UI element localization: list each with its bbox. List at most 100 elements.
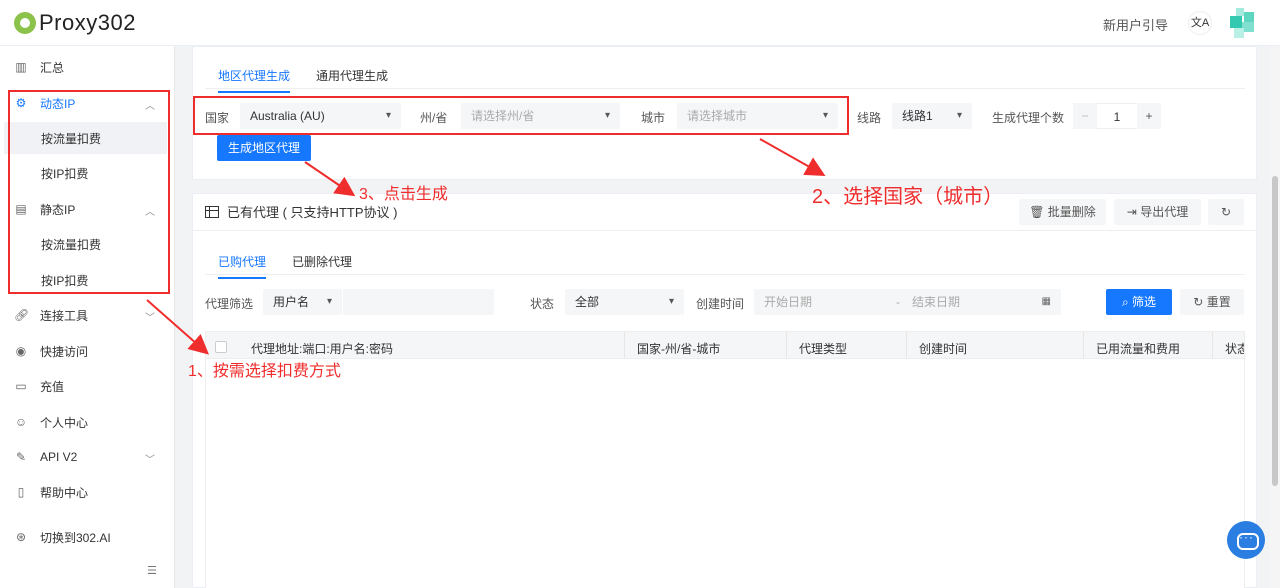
- column-divider: [1212, 332, 1213, 358]
- batch-delete-button[interactable]: 🗑︎ 批量删除: [1019, 199, 1106, 225]
- generator-tabs: 地区代理生成 通用代理生成: [218, 67, 414, 93]
- api-icon: ✎: [15, 450, 27, 464]
- tab-general-proxy[interactable]: 通用代理生成: [316, 67, 388, 93]
- count-input[interactable]: 1: [1097, 103, 1137, 129]
- annotation-step1: 1、按需选择扣费方式: [188, 363, 341, 380]
- sidebar-item-label: 充值: [40, 379, 65, 394]
- status-select[interactable]: 全部 ▾: [565, 289, 684, 315]
- column-header: 代理类型: [799, 342, 848, 356]
- sidebar-item-quick-access[interactable]: ◉ 快捷访问: [4, 335, 167, 367]
- column-divider: [906, 332, 907, 358]
- logo-icon: [14, 12, 36, 34]
- route-select[interactable]: 线路1 ▾: [892, 103, 972, 129]
- chrome-icon: ◉: [15, 344, 27, 358]
- chevron-down-icon: ▾: [326, 296, 332, 307]
- created-label: 创建时间: [696, 297, 745, 311]
- reset-button[interactable]: ↻ 重置: [1180, 289, 1244, 315]
- sidebar-item-profile[interactable]: ☺ 个人中心: [4, 406, 167, 438]
- chevron-down-icon: ﹀: [145, 313, 155, 324]
- top-header: Proxy302 新用户引导 文A: [0, 0, 1280, 46]
- sidebar-item-recharge[interactable]: ▭ 充值: [4, 370, 167, 402]
- status-value: 全部: [575, 295, 600, 309]
- column-divider: [624, 332, 625, 358]
- chevron-down-icon: ▾: [668, 296, 674, 307]
- column-divider: [786, 332, 787, 358]
- sidebar-item-help[interactable]: ▯ 帮助中心: [4, 476, 167, 508]
- column-header: 已用流量和费用: [1096, 342, 1181, 356]
- sidebar-item-api-v2[interactable]: ✎ API V2 ﹀: [4, 441, 167, 473]
- table-icon: [205, 205, 219, 218]
- proxy-list-tabs: 已购代理 已删除代理: [218, 253, 378, 279]
- filter-button-label: 筛选: [1132, 295, 1157, 309]
- column-header: 状态: [1225, 342, 1244, 356]
- table-body: [205, 359, 1245, 588]
- sidebar-item-label: API V2: [40, 450, 78, 464]
- logo[interactable]: Proxy302: [14, 10, 136, 36]
- collapse-sidebar-icon[interactable]: ☰: [147, 564, 163, 577]
- column-divider: [1083, 332, 1084, 358]
- sidebar-item-label: 帮助中心: [40, 485, 89, 500]
- start-date-placeholder: 开始日期: [764, 295, 813, 309]
- date-range-picker[interactable]: 开始日期 - 结束日期 ▦: [754, 289, 1061, 315]
- sidebar-item-label: 汇总: [40, 60, 65, 75]
- count-label: 生成代理个数: [992, 111, 1065, 125]
- annotation-box-country: [193, 96, 849, 135]
- sidebar-item-connect-tools[interactable]: 🔗︎ 连接工具 ﹀: [4, 299, 167, 331]
- sidebar-item-switch-302ai[interactable]: ⊛ 切换到302.AI: [4, 521, 167, 553]
- card-icon: ▭: [15, 379, 27, 393]
- annotation-step3: 3、点击生成: [359, 186, 448, 203]
- annotation-step2: 2、选择国家（城市）: [812, 186, 1004, 208]
- bar-chart-icon: ▥: [15, 60, 27, 74]
- sidebar-item-label: 个人中心: [40, 415, 89, 430]
- proxies-title: 已有代理 ( 只支持HTTP协议 ): [205, 202, 397, 221]
- route-label: 线路: [857, 111, 882, 125]
- export-icon: ⇥: [1126, 205, 1141, 219]
- translate-icon[interactable]: 文A: [1188, 11, 1212, 35]
- avatar[interactable]: [1228, 8, 1256, 38]
- tab-deleted[interactable]: 已删除代理: [292, 253, 352, 279]
- new-user-guide-link[interactable]: 新用户引导: [1103, 15, 1168, 34]
- trash-icon: 🗑︎: [1029, 205, 1048, 219]
- select-all-checkbox[interactable]: [215, 341, 227, 353]
- tab-purchased[interactable]: 已购代理: [218, 253, 267, 279]
- filter-field-select[interactable]: 用户名 ▾: [263, 289, 342, 315]
- range-separator: -: [896, 295, 900, 309]
- calendar-icon: ▦: [1041, 296, 1051, 307]
- link-icon: 🔗︎: [14, 308, 30, 322]
- filter-button[interactable]: ⌕ 筛选: [1106, 289, 1172, 315]
- proxies-title-text: 已有代理 ( 只支持HTTP协议 ): [227, 205, 398, 220]
- search-icon: ⌕: [1121, 295, 1133, 309]
- minus-button[interactable]: −: [1073, 103, 1097, 129]
- filter-label: 代理筛选: [205, 297, 254, 311]
- logo-text: Proxy302: [39, 10, 136, 35]
- divider: [205, 88, 1245, 89]
- generate-region-proxy-button[interactable]: 生成地区代理: [217, 135, 311, 161]
- sidebar-item-summary[interactable]: ▥ 汇总: [4, 51, 167, 83]
- refresh-button[interactable]: ↻: [1208, 199, 1244, 225]
- tab-region-proxy[interactable]: 地区代理生成: [218, 67, 291, 93]
- divider: [193, 230, 1256, 231]
- reset-button-label: 重置: [1206, 295, 1231, 309]
- user-icon: ☺: [14, 415, 28, 429]
- status-label: 状态: [530, 297, 555, 311]
- page-scrollbar[interactable]: [1270, 46, 1280, 588]
- filter-field-value: 用户名: [273, 295, 310, 309]
- sidebar-item-label: 连接工具: [40, 308, 89, 323]
- sidebar-item-label: 切换到302.AI: [40, 530, 111, 545]
- scrollbar-thumb[interactable]: [1272, 176, 1278, 486]
- count-stepper: − 1 +: [1073, 103, 1161, 129]
- column-header: 国家-州/省-城市: [637, 342, 721, 356]
- export-proxy-button[interactable]: ⇥ 导出代理: [1114, 199, 1201, 225]
- sidebar-item-label: 快捷访问: [40, 344, 89, 359]
- route-value: 线路1: [902, 109, 933, 123]
- export-label: 导出代理: [1140, 205, 1189, 219]
- switch-icon: ⊛: [15, 530, 27, 544]
- plus-button[interactable]: +: [1137, 103, 1161, 129]
- table-header: 代理地址:端口:用户名:密码 国家-州/省-城市 代理类型 创建时间 已用流量和…: [205, 331, 1245, 359]
- book-icon: ▯: [17, 485, 25, 499]
- refresh-icon: ↻: [1193, 295, 1207, 309]
- chat-support-button[interactable]: [1227, 521, 1265, 559]
- column-header: 创建时间: [919, 342, 968, 356]
- chevron-down-icon: ▾: [956, 110, 962, 121]
- filter-input[interactable]: [343, 289, 494, 315]
